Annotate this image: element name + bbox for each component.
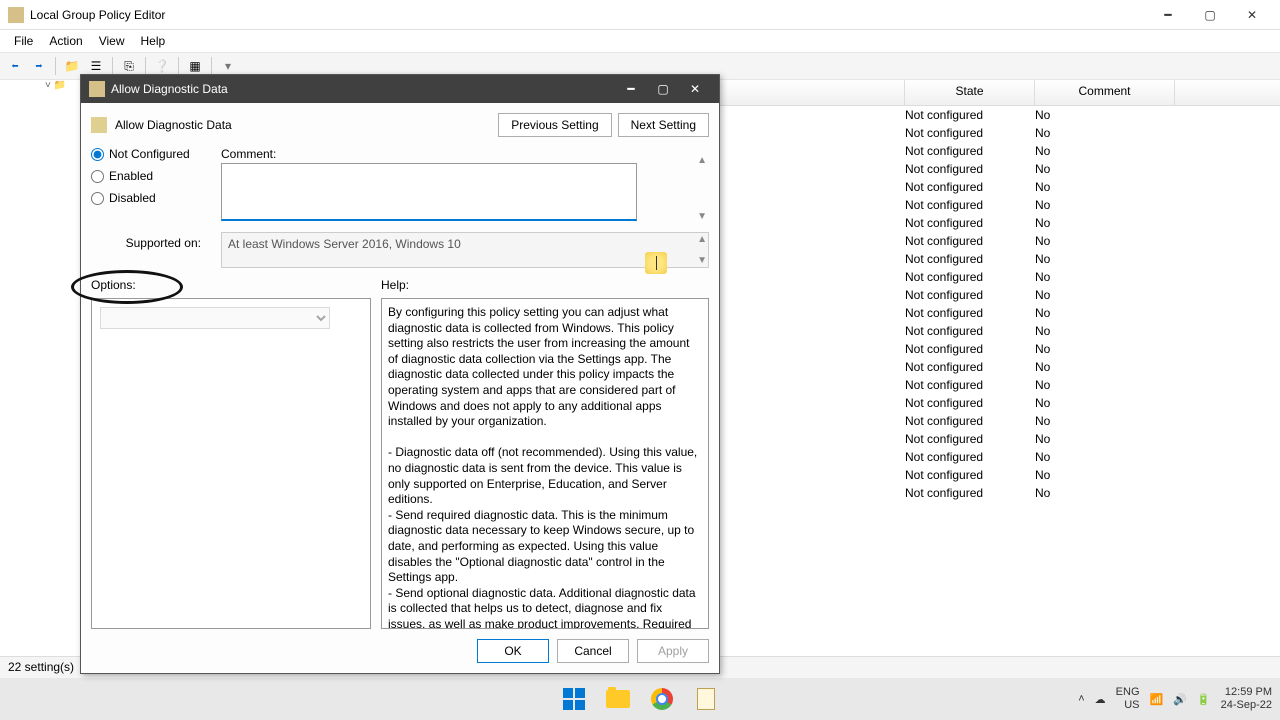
dialog-title-text: Allow Diagnostic Data: [111, 82, 615, 96]
chrome-icon[interactable]: [643, 680, 681, 718]
radio-group: Not Configured Enabled Disabled: [91, 147, 201, 224]
options-box: [91, 298, 371, 629]
dialog-titlebar[interactable]: Allow Diagnostic Data ━ ▢ ✕: [81, 75, 719, 103]
dialog-maximize-button[interactable]: ▢: [647, 76, 679, 102]
radio-not-configured[interactable]: [91, 148, 104, 161]
dialog-icon: [89, 81, 105, 97]
battery-icon[interactable]: 🔋: [1197, 693, 1211, 706]
clock[interactable]: 12:59 PM24-Sep-22: [1221, 686, 1272, 712]
supported-scroll-down-icon[interactable]: ▼: [697, 255, 707, 266]
options-label: Options:: [91, 278, 371, 292]
forward-button[interactable]: ➡: [28, 55, 50, 77]
comment-label: Comment:: [221, 147, 709, 161]
onedrive-icon[interactable]: ☁: [1095, 693, 1106, 706]
menu-help[interactable]: Help: [133, 32, 174, 50]
ok-button[interactable]: OK: [477, 639, 549, 663]
window-title: Local Group Policy Editor: [30, 8, 1148, 22]
apply-button[interactable]: Apply: [637, 639, 709, 663]
radio-enabled-label: Enabled: [109, 169, 153, 183]
setting-icon: [91, 117, 107, 133]
back-button[interactable]: ⬅: [4, 55, 26, 77]
dialog-close-button[interactable]: ✕: [679, 76, 711, 102]
wifi-icon[interactable]: 📶: [1150, 693, 1164, 706]
policy-dialog: Allow Diagnostic Data ━ ▢ ✕ Allow Diagno…: [80, 74, 720, 674]
radio-not-configured-label: Not Configured: [109, 147, 190, 161]
menu-view[interactable]: View: [91, 32, 133, 50]
supported-label: Supported on:: [91, 232, 201, 250]
menubar: File Action View Help: [0, 30, 1280, 52]
supported-scroll-up-icon[interactable]: ▲: [697, 234, 707, 245]
next-setting-button[interactable]: Next Setting: [618, 113, 709, 137]
main-titlebar: Local Group Policy Editor ━ ▢ ✕: [0, 0, 1280, 30]
tree-expand-icon[interactable]: ˅ 📁: [45, 80, 66, 91]
comment-scroll-up-icon[interactable]: ▲: [697, 155, 707, 166]
language-indicator[interactable]: ENGUS: [1116, 686, 1140, 712]
minimize-button[interactable]: ━: [1148, 1, 1188, 29]
radio-disabled[interactable]: [91, 192, 104, 205]
start-button[interactable]: [555, 680, 593, 718]
radio-disabled-label: Disabled: [109, 191, 156, 205]
comment-textarea[interactable]: [221, 163, 637, 221]
menu-file[interactable]: File: [6, 32, 41, 50]
options-dropdown[interactable]: [100, 307, 330, 329]
supported-text: At least Windows Server 2016, Windows 10: [221, 232, 709, 268]
radio-enabled[interactable]: [91, 170, 104, 183]
comment-scroll-down-icon[interactable]: ▼: [697, 211, 707, 222]
menu-action[interactable]: Action: [41, 32, 90, 50]
app-icon: [8, 7, 24, 23]
cancel-button[interactable]: Cancel: [557, 639, 629, 663]
notepad-icon[interactable]: [687, 680, 725, 718]
file-explorer-icon[interactable]: [599, 680, 637, 718]
tray-overflow-icon[interactable]: ˄: [1078, 693, 1084, 705]
previous-setting-button[interactable]: Previous Setting: [498, 113, 611, 137]
close-button[interactable]: ✕: [1232, 1, 1272, 29]
help-label: Help:: [381, 278, 709, 292]
header-comment[interactable]: Comment: [1035, 80, 1175, 105]
header-state[interactable]: State: [905, 80, 1035, 105]
taskbar: ˄ ☁ ENGUS 📶 🔊 🔋 12:59 PM24-Sep-22: [0, 678, 1280, 720]
help-text[interactable]: By configuring this policy setting you c…: [381, 298, 709, 629]
maximize-button[interactable]: ▢: [1190, 1, 1230, 29]
setting-name: Allow Diagnostic Data: [115, 118, 498, 132]
volume-icon[interactable]: 🔊: [1173, 693, 1187, 706]
dialog-minimize-button[interactable]: ━: [615, 76, 647, 102]
